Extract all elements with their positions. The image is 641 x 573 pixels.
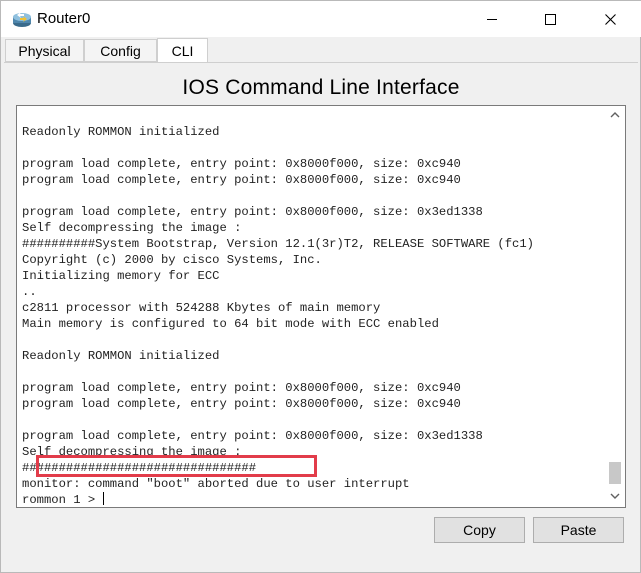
maximize-icon [544, 13, 556, 25]
scroll-down-arrow[interactable] [605, 487, 625, 505]
copy-button[interactable]: Copy [434, 517, 525, 543]
scrollbar-thumb[interactable] [609, 462, 621, 484]
title-bar[interactable]: Router0 [1, 1, 641, 37]
router-window: Router0 Physical Config CLI IOS Command … [0, 0, 641, 573]
terminal-log: Readonly ROMMON initialized program load… [22, 125, 534, 491]
text-cursor [103, 492, 105, 505]
terminal-scrollbar[interactable] [605, 106, 625, 507]
chevron-up-icon [610, 112, 620, 118]
close-button[interactable] [587, 1, 633, 37]
tab-cli[interactable]: CLI [157, 38, 208, 63]
router-icon [11, 9, 33, 29]
chevron-down-icon [610, 493, 620, 499]
highlight-box [36, 455, 317, 477]
minimize-button[interactable] [469, 1, 515, 37]
page-title: IOS Command Line Interface [182, 76, 460, 99]
cli-terminal[interactable]: Readonly ROMMON initialized program load… [16, 105, 626, 508]
close-icon [604, 13, 616, 25]
window-title: Router0 [37, 10, 91, 27]
minimize-icon [487, 18, 497, 20]
terminal-output: Readonly ROMMON initialized program load… [22, 124, 534, 507]
tab-config[interactable]: Config [84, 39, 157, 62]
paste-button[interactable]: Paste [533, 517, 624, 543]
maximize-button[interactable] [527, 1, 573, 37]
scroll-up-arrow[interactable] [605, 106, 625, 124]
terminal-prompt: rommon 1 > [22, 493, 103, 507]
tab-physical[interactable]: Physical [5, 39, 84, 62]
